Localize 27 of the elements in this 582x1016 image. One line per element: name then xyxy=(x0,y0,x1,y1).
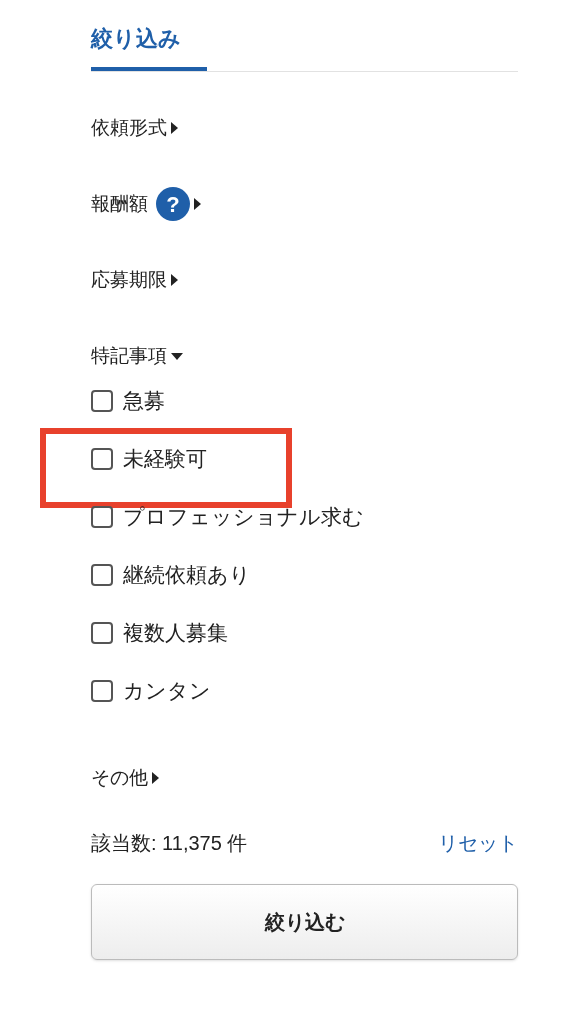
caret-right-icon xyxy=(152,772,159,784)
help-icon[interactable]: ? xyxy=(156,187,190,221)
submit-button[interactable]: 絞り込む xyxy=(91,884,518,960)
caret-down-icon xyxy=(171,352,183,360)
filter-section-toggle[interactable]: 特記事項 xyxy=(91,328,518,384)
checkbox[interactable] xyxy=(91,622,113,644)
checkbox-label: カンタン xyxy=(123,678,211,705)
checkbox[interactable] xyxy=(91,564,113,586)
filter-section-toggle[interactable]: その他 xyxy=(91,750,518,806)
reset-link[interactable]: リセット xyxy=(438,828,518,858)
checkbox-label: 継続依頼あり xyxy=(123,562,251,589)
checkbox[interactable] xyxy=(91,390,113,412)
filter-section-toggle[interactable]: 依頼形式 xyxy=(91,100,518,156)
caret-right-icon xyxy=(171,122,178,134)
filter-section-toggle[interactable]: 報酬額 ? xyxy=(91,176,518,232)
checkbox[interactable] xyxy=(91,680,113,702)
checkbox-label: 複数人募集 xyxy=(123,620,228,647)
caret-right-icon xyxy=(171,274,178,286)
caret-right-icon xyxy=(194,198,201,210)
checkbox[interactable] xyxy=(91,506,113,528)
result-count: 該当数: 11,375 件 xyxy=(91,831,248,856)
checkbox-label: 急募 xyxy=(123,388,165,415)
checkbox-label: プロフェッショナル求む xyxy=(123,504,364,531)
filter-tab[interactable]: 絞り込み xyxy=(91,22,207,71)
checkbox[interactable] xyxy=(91,448,113,470)
filter-section-toggle[interactable]: 応募期限 xyxy=(91,252,518,308)
checkbox-label: 未経験可 xyxy=(123,446,207,473)
